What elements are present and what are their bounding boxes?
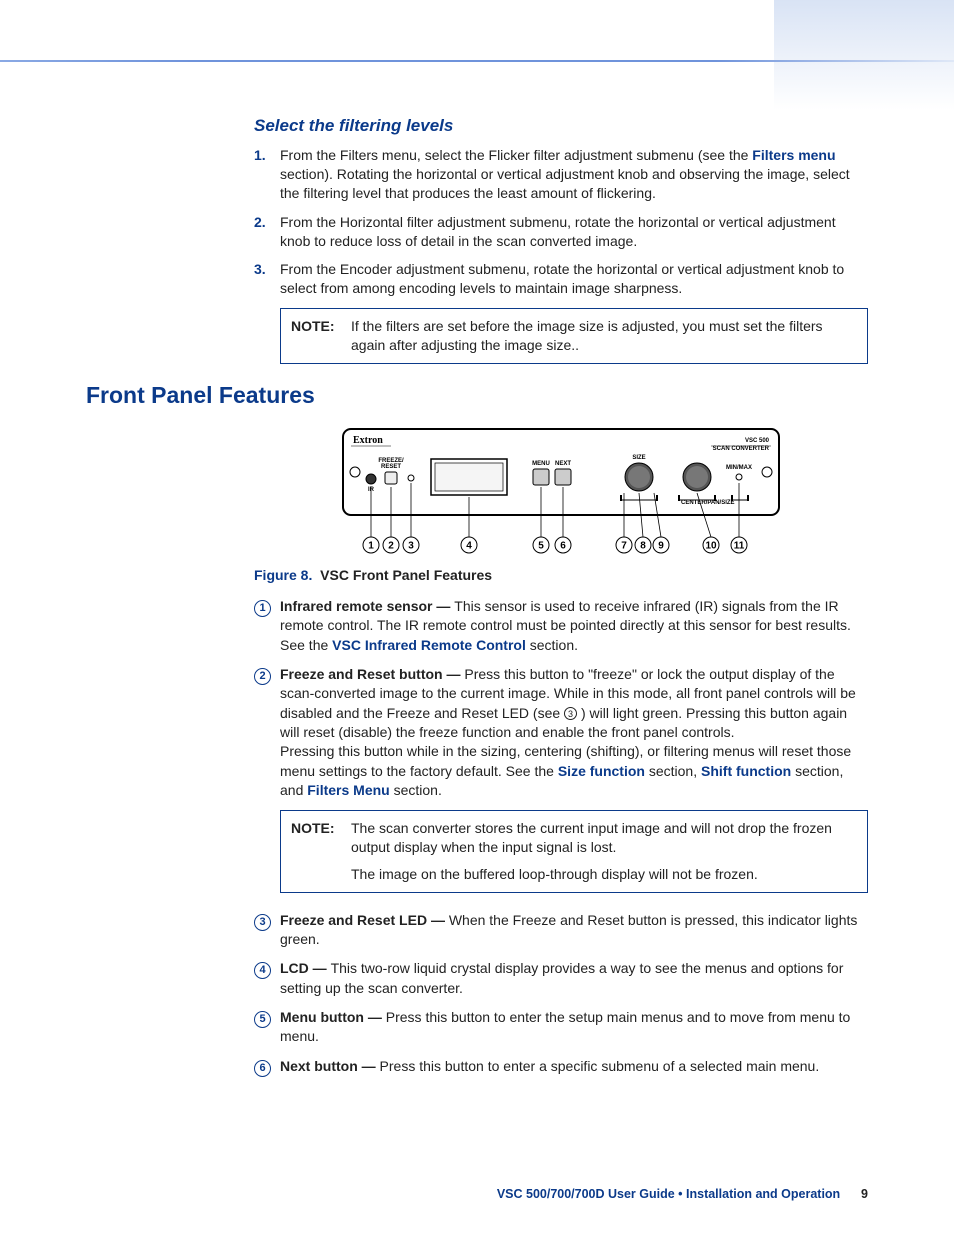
svg-text:4: 4	[466, 541, 472, 552]
note-label: NOTE:	[291, 819, 351, 884]
svg-text:1: 1	[368, 541, 374, 552]
list-body: From the Encoder adjustment submenu, rot…	[280, 260, 868, 298]
svg-text:3: 3	[408, 541, 414, 552]
footer-title: VSC 500/700/700D User Guide • Installati…	[497, 1187, 840, 1201]
svg-text:SIZE: SIZE	[632, 455, 645, 461]
figure-8: Extron VSC 500 SCAN CONVERTER IR FREEZE/…	[254, 427, 868, 583]
page: Select the filtering levels 1. From the …	[0, 0, 954, 1235]
list-item: 3. From the Encoder adjustment submenu, …	[254, 260, 868, 298]
svg-text:CENTER/PAN/SIZE: CENTER/PAN/SIZE	[681, 500, 735, 506]
svg-text:10: 10	[705, 541, 717, 552]
front-panel-heading: Front Panel Features	[86, 382, 868, 409]
list-number: 2.	[254, 213, 280, 251]
list-body: From the Horizontal filter adjustment su…	[280, 213, 868, 251]
callout-list-2: 3 Freeze and Reset LED — When the Freeze…	[254, 911, 868, 1077]
svg-text:6: 6	[560, 541, 566, 552]
callout-list: 1 Infrared remote sensor — This sensor i…	[254, 597, 868, 800]
note-text: The scan converter stores the current in…	[351, 819, 857, 884]
filter-steps: 1. From the Filters menu, select the Fli…	[254, 146, 868, 298]
page-footer: VSC 500/700/700D User Guide • Installati…	[497, 1187, 868, 1201]
list-body: From the Filters menu, select the Flicke…	[280, 146, 868, 203]
svg-text:MENU: MENU	[532, 461, 550, 467]
callout-6: 6 Next button — Press this button to ent…	[254, 1057, 868, 1077]
note-filters: NOTE: If the filters are set before the …	[280, 308, 868, 364]
front-panel-svg: Extron VSC 500 SCAN CONVERTER IR FREEZE/…	[341, 427, 781, 557]
svg-text:8: 8	[640, 541, 646, 552]
filter-heading: Select the filtering levels	[254, 116, 868, 136]
svg-text:2: 2	[388, 541, 394, 552]
size-function-link[interactable]: Size function	[558, 763, 645, 779]
content-area: Select the filtering levels 1. From the …	[254, 116, 868, 1077]
callout-circle-1: 1	[254, 600, 271, 617]
svg-text:NEXT: NEXT	[555, 461, 571, 467]
list-item: 2. From the Horizontal filter adjustment…	[254, 213, 868, 251]
list-item: 1. From the Filters menu, select the Fli…	[254, 146, 868, 203]
callout-4: 4 LCD — This two-row liquid crystal disp…	[254, 959, 868, 998]
figure-title: VSC Front Panel Features	[320, 567, 492, 583]
callout-5: 5 Menu button — Press this button to ent…	[254, 1008, 868, 1047]
note-freeze: NOTE: The scan converter stores the curr…	[280, 810, 868, 893]
callout-2: 2 Freeze and Reset button — Press this b…	[254, 665, 868, 800]
svg-text:7: 7	[621, 541, 627, 552]
list-number: 1.	[254, 146, 280, 203]
svg-text:11: 11	[734, 541, 745, 552]
svg-text:RESET: RESET	[381, 464, 401, 470]
brand-text: Extron	[353, 435, 383, 446]
list-number: 3.	[254, 260, 280, 298]
svg-text:MIN/MAX: MIN/MAX	[726, 465, 752, 471]
filters-menu-link[interactable]: Filters menu	[752, 147, 835, 163]
figure-caption: Figure 8. VSC Front Panel Features	[254, 567, 868, 583]
svg-text:5: 5	[538, 541, 544, 552]
note-text: If the filters are set before the image …	[351, 317, 857, 355]
ir-remote-link[interactable]: VSC Infrared Remote Control	[332, 637, 526, 653]
svg-text:9: 9	[658, 541, 664, 552]
filters-menu-link-2[interactable]: Filters Menu	[307, 782, 389, 798]
callout-circle-2: 2	[254, 668, 271, 685]
note-label: NOTE:	[291, 317, 351, 355]
model-sub: SCAN CONVERTER	[713, 446, 770, 452]
model-text: VSC 500	[745, 438, 770, 444]
figure-number: Figure 8.	[254, 567, 312, 583]
callout-1: 1 Infrared remote sensor — This sensor i…	[254, 597, 868, 655]
callout-3: 3 Freeze and Reset LED — When the Freeze…	[254, 911, 868, 950]
inline-ref-3: 3	[564, 707, 577, 720]
shift-function-link[interactable]: Shift function	[701, 763, 791, 779]
page-number: 9	[861, 1187, 868, 1201]
